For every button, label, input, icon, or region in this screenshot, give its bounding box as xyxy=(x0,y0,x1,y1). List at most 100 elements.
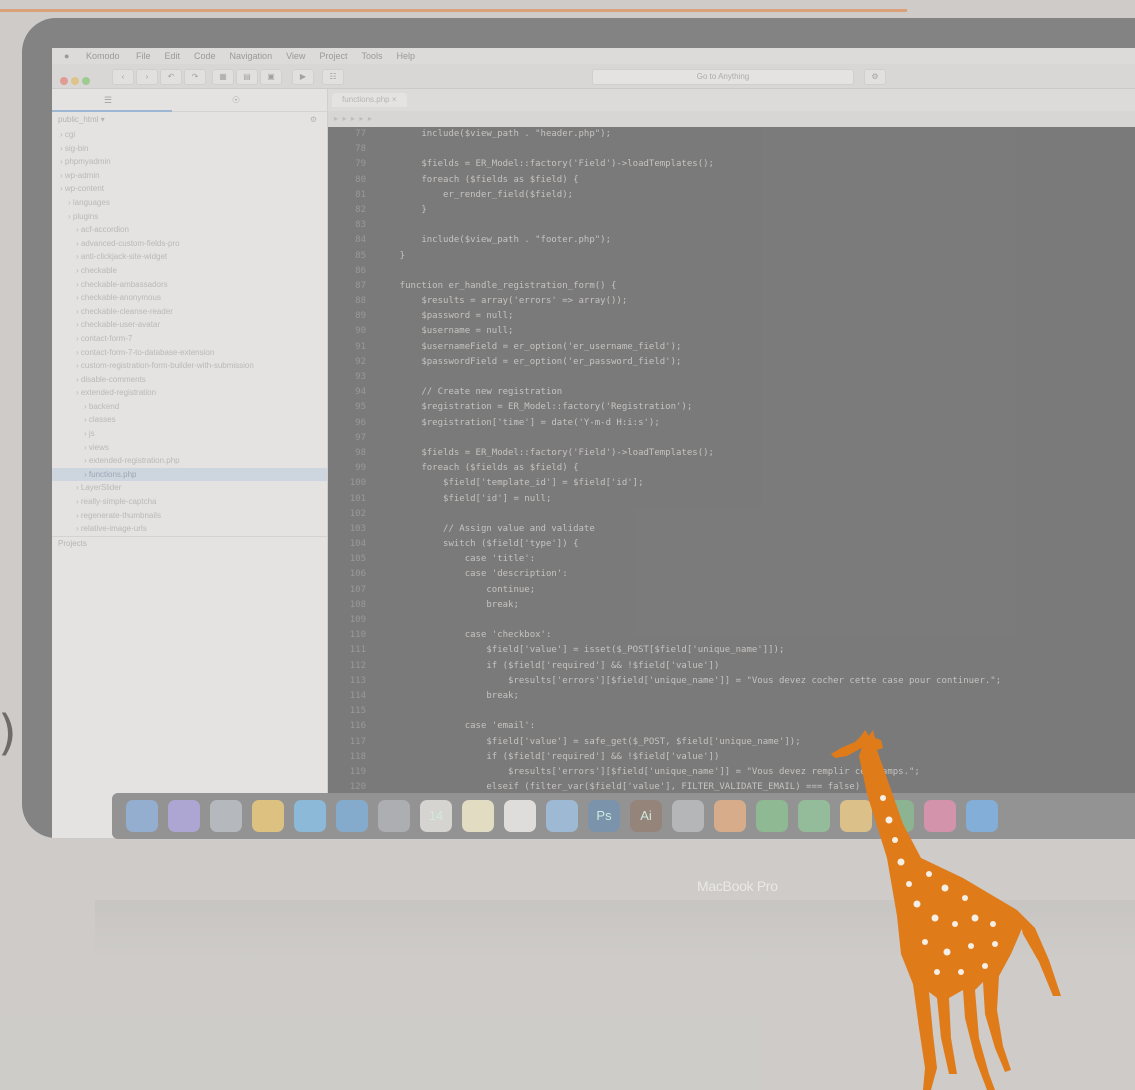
file-tree-item[interactable]: › plugins xyxy=(52,210,327,224)
code-line[interactable]: 86 xyxy=(328,264,1135,279)
safari-icon[interactable] xyxy=(294,800,326,832)
calendar-icon[interactable]: 14 xyxy=(420,800,452,832)
file-tree-item[interactable]: › phpmyadmin xyxy=(52,155,327,169)
file-tree-item[interactable]: › checkable-ambassadors xyxy=(52,278,327,292)
file-tree-item[interactable]: › LayerSlider xyxy=(52,481,327,495)
forward-button[interactable]: › xyxy=(136,69,158,85)
code-line[interactable]: 103 // Assign value and validate xyxy=(328,522,1135,537)
file-tree-item[interactable]: › checkable-user-avatar xyxy=(52,318,327,332)
code-line[interactable]: 90 $username = null; xyxy=(328,324,1135,339)
code-line[interactable]: 83 xyxy=(328,218,1135,233)
code-line[interactable]: 81 er_render_field($field); xyxy=(328,188,1135,203)
file-tree-item[interactable]: › anti-clickjack-site-widget xyxy=(52,250,327,264)
app-name[interactable]: Komodo xyxy=(86,51,120,61)
code-line[interactable]: 82 } xyxy=(328,203,1135,218)
file-tree-item[interactable]: › functions.php xyxy=(52,467,327,482)
code-line[interactable]: 85 } xyxy=(328,249,1135,264)
file-tree-item[interactable]: › extended-registration.php xyxy=(52,454,327,468)
undo-button[interactable]: ↶ xyxy=(160,69,182,85)
code-line[interactable]: 104 switch ($field['type']) { xyxy=(328,537,1135,552)
code-line[interactable]: 107 continue; xyxy=(328,583,1135,598)
toggle-bottom-pane-button[interactable]: ▤ xyxy=(236,69,258,85)
code-line[interactable]: 100 $field['template_id'] = $field['id']… xyxy=(328,476,1135,491)
code-line[interactable]: 98 $fields = ER_Model::factory('Field')-… xyxy=(328,446,1135,461)
file-tree-item[interactable]: › extended-registration xyxy=(52,386,327,400)
file-tree-item[interactable]: › languages xyxy=(52,196,327,210)
menu-code[interactable]: Code xyxy=(194,51,216,61)
code-line[interactable]: 91 $usernameField = er_option('er_userna… xyxy=(328,340,1135,355)
file-tree-item[interactable]: › really-simple-captcha xyxy=(52,495,327,509)
code-line[interactable]: 93 xyxy=(328,370,1135,385)
file-tree-item[interactable]: › relative-image-urls xyxy=(52,522,327,536)
file-tree-item[interactable]: › advanced-custom-fields-pro xyxy=(52,237,327,251)
messages-icon[interactable] xyxy=(756,800,788,832)
code-line[interactable]: 112 if ($field['required'] && !$field['v… xyxy=(328,659,1135,674)
file-tree-item[interactable]: › wp-content xyxy=(52,182,327,196)
redo-button[interactable]: ↷ xyxy=(184,69,206,85)
file-tree-item[interactable]: › regenerate-thumbnails xyxy=(52,509,327,523)
settings-gear-icon[interactable] xyxy=(672,800,704,832)
photoshop-icon[interactable]: Ps xyxy=(588,800,620,832)
file-tree-item[interactable]: › contact-form-7 xyxy=(52,332,327,346)
code-line[interactable]: 102 xyxy=(328,507,1135,522)
file-tree-item[interactable]: › checkable-cleanse-reader xyxy=(52,305,327,319)
new-file-button[interactable]: ☷ xyxy=(322,69,344,85)
reminders-icon[interactable] xyxy=(504,800,536,832)
illustrator-icon[interactable]: Ai xyxy=(630,800,662,832)
debug-button[interactable]: ▶ xyxy=(292,69,314,85)
file-tree-item[interactable]: › custom-registration-form-builder-with-… xyxy=(52,359,327,373)
finder-icon[interactable] xyxy=(126,800,158,832)
file-tree-item[interactable]: › acf-accordion xyxy=(52,223,327,237)
menu-project[interactable]: Project xyxy=(319,51,347,61)
code-line[interactable]: 113 $results['errors'][$field['unique_na… xyxy=(328,674,1135,689)
code-line[interactable]: 96 $registration['time'] = date('Y-m-d H… xyxy=(328,416,1135,431)
gear-icon[interactable]: ⚙ xyxy=(310,112,317,128)
code-line[interactable]: 87 function er_handle_registration_form(… xyxy=(328,279,1135,294)
toggle-sidebar-button[interactable]: ▦ xyxy=(212,69,234,85)
file-tree-item[interactable]: › wp-admin xyxy=(52,169,327,183)
preview-icon[interactable] xyxy=(336,800,368,832)
places-tab-icon[interactable]: ☰ xyxy=(104,95,112,106)
code-line[interactable]: 111 $field['value'] = isset($_POST[$fiel… xyxy=(328,643,1135,658)
back-button[interactable]: ‹ xyxy=(112,69,134,85)
file-tree-item[interactable]: › views xyxy=(52,441,327,455)
menu-help[interactable]: Help xyxy=(396,51,415,61)
system-preferences-icon[interactable] xyxy=(378,800,410,832)
code-tab-icon[interactable]: ☉ xyxy=(232,95,240,106)
projects-pane-header[interactable]: Projects xyxy=(52,535,327,551)
menu-file[interactable]: File xyxy=(136,51,151,61)
code-line[interactable]: 114 break; xyxy=(328,689,1135,704)
file-tree-item[interactable]: › classes xyxy=(52,413,327,427)
code-line[interactable]: 101 $field['id'] = null; xyxy=(328,492,1135,507)
code-line[interactable]: 115 xyxy=(328,704,1135,719)
menu-tools[interactable]: Tools xyxy=(361,51,382,61)
code-line[interactable]: 97 xyxy=(328,431,1135,446)
siri-icon[interactable] xyxy=(168,800,200,832)
editor-tab-functions[interactable]: functions.php × xyxy=(332,93,407,107)
file-tree-item[interactable]: › contact-form-7-to-database-extension xyxy=(52,346,327,360)
code-editor[interactable]: functions.php × ▸ ▸ ▸ ▸ ▸ 77 include($vi… xyxy=(328,89,1135,838)
close-icon[interactable] xyxy=(60,77,68,85)
menu-navigation[interactable]: Navigation xyxy=(230,51,273,61)
file-tree-item[interactable]: › disable-comments xyxy=(52,373,327,387)
code-line[interactable]: 80 foreach ($fields as $field) { xyxy=(328,173,1135,188)
photos-flower-icon[interactable] xyxy=(714,800,746,832)
apple-icon[interactable]: ● xyxy=(64,51,69,61)
code-line[interactable]: 108 break; xyxy=(328,598,1135,613)
code-line[interactable]: 89 $password = null; xyxy=(328,309,1135,324)
code-line[interactable]: 109 xyxy=(328,613,1135,628)
code-line[interactable]: 95 $registration = ER_Model::factory('Re… xyxy=(328,400,1135,415)
toggle-right-pane-button[interactable]: ▣ xyxy=(260,69,282,85)
notes-icon[interactable] xyxy=(462,800,494,832)
file-tree-item[interactable]: › checkable-anonymous xyxy=(52,291,327,305)
project-root-header[interactable]: public_html ▾ ⚙ xyxy=(52,112,327,128)
chrome-icon[interactable] xyxy=(252,800,284,832)
code-line[interactable]: 105 case 'title': xyxy=(328,552,1135,567)
code-line[interactable]: 106 case 'description': xyxy=(328,567,1135,582)
code-line[interactable]: 94 // Create new registration xyxy=(328,385,1135,400)
menu-edit[interactable]: Edit xyxy=(165,51,181,61)
code-line[interactable]: 110 case 'checkbox': xyxy=(328,628,1135,643)
file-tree-item[interactable]: › checkable xyxy=(52,264,327,278)
file-tree-item[interactable]: › backend xyxy=(52,400,327,414)
minimize-icon[interactable] xyxy=(71,77,79,85)
